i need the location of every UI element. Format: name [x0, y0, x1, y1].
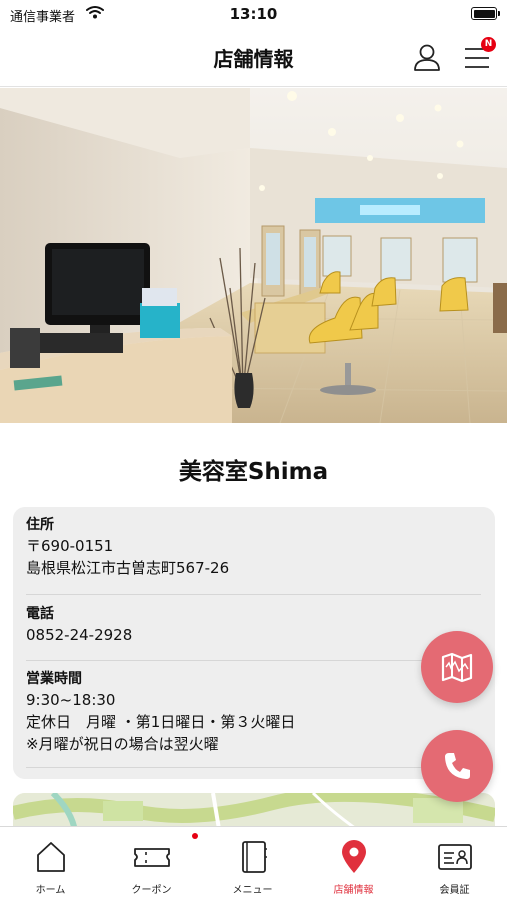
shop-info-card: 住所 〒690-0151 島根県松江市古曽志町567-26 電話 0852-24…	[13, 507, 495, 779]
call-button[interactable]	[421, 730, 493, 802]
divider	[26, 767, 481, 768]
tab-home[interactable]: ホーム	[0, 827, 101, 901]
shop-name: 美容室Shima	[178, 459, 329, 485]
tab-shop-info[interactable]: 店舗情報	[303, 827, 404, 901]
tab-label: ホーム	[35, 885, 66, 896]
user-icon	[414, 44, 440, 71]
notification-badge: N	[481, 37, 496, 52]
tab-menu[interactable]: メニュー	[202, 827, 303, 901]
divider	[26, 660, 481, 661]
tab-coupon[interactable]: クーポン	[101, 827, 202, 901]
postal-code: 〒690-0151	[26, 537, 114, 555]
coupon-icon	[134, 848, 170, 867]
map-icon	[441, 652, 473, 683]
closed-days: 定休日 月曜 ・第1日曜日・第３火曜日	[26, 713, 296, 731]
account-button[interactable]	[410, 40, 444, 74]
tab-label: 会員証	[439, 885, 470, 896]
phone-section: 電話 0852-24-2928	[26, 604, 481, 646]
phone-number[interactable]: 0852-24-2928	[26, 624, 481, 646]
tab-member-card[interactable]: 会員証	[404, 827, 505, 901]
location-pin-icon	[342, 840, 366, 873]
holiday-note: ※月曜が祝日の場合は翌火曜	[26, 735, 219, 753]
bottom-tab-bar: ホーム クーポン メニュー 店舗情報 会員証	[0, 826, 507, 901]
menu-book-icon	[242, 841, 267, 873]
address-section: 住所 〒690-0151 島根県松江市古曽志町567-26	[26, 515, 481, 579]
phone-icon	[445, 753, 470, 779]
app-header: 店舗情報 N	[0, 28, 507, 87]
status-bar: 通信事業者 13:10	[0, 0, 507, 28]
open-map-button[interactable]	[421, 631, 493, 703]
battery-icon	[471, 7, 500, 20]
member-card-icon	[438, 844, 472, 870]
salon-interior-photo	[0, 88, 507, 423]
address-label: 住所	[26, 517, 54, 533]
tab-label: メニュー	[232, 885, 273, 896]
business-hours: 9:30~18:30	[26, 691, 116, 709]
home-icon	[37, 842, 65, 872]
phone-label: 電話	[26, 606, 54, 622]
tab-label: クーポン	[131, 885, 172, 896]
address-text: 島根県松江市古曽志町567-26	[26, 559, 230, 577]
tab-label: 店舗情報	[333, 885, 374, 896]
hours-section: 営業時間 9:30~18:30 定休日 月曜 ・第1日曜日・第３火曜日 ※月曜が…	[26, 669, 481, 755]
hours-label: 営業時間	[26, 671, 82, 687]
status-time: 13:10	[229, 5, 278, 23]
divider	[26, 594, 481, 595]
coupon-notification-dot	[192, 833, 198, 839]
